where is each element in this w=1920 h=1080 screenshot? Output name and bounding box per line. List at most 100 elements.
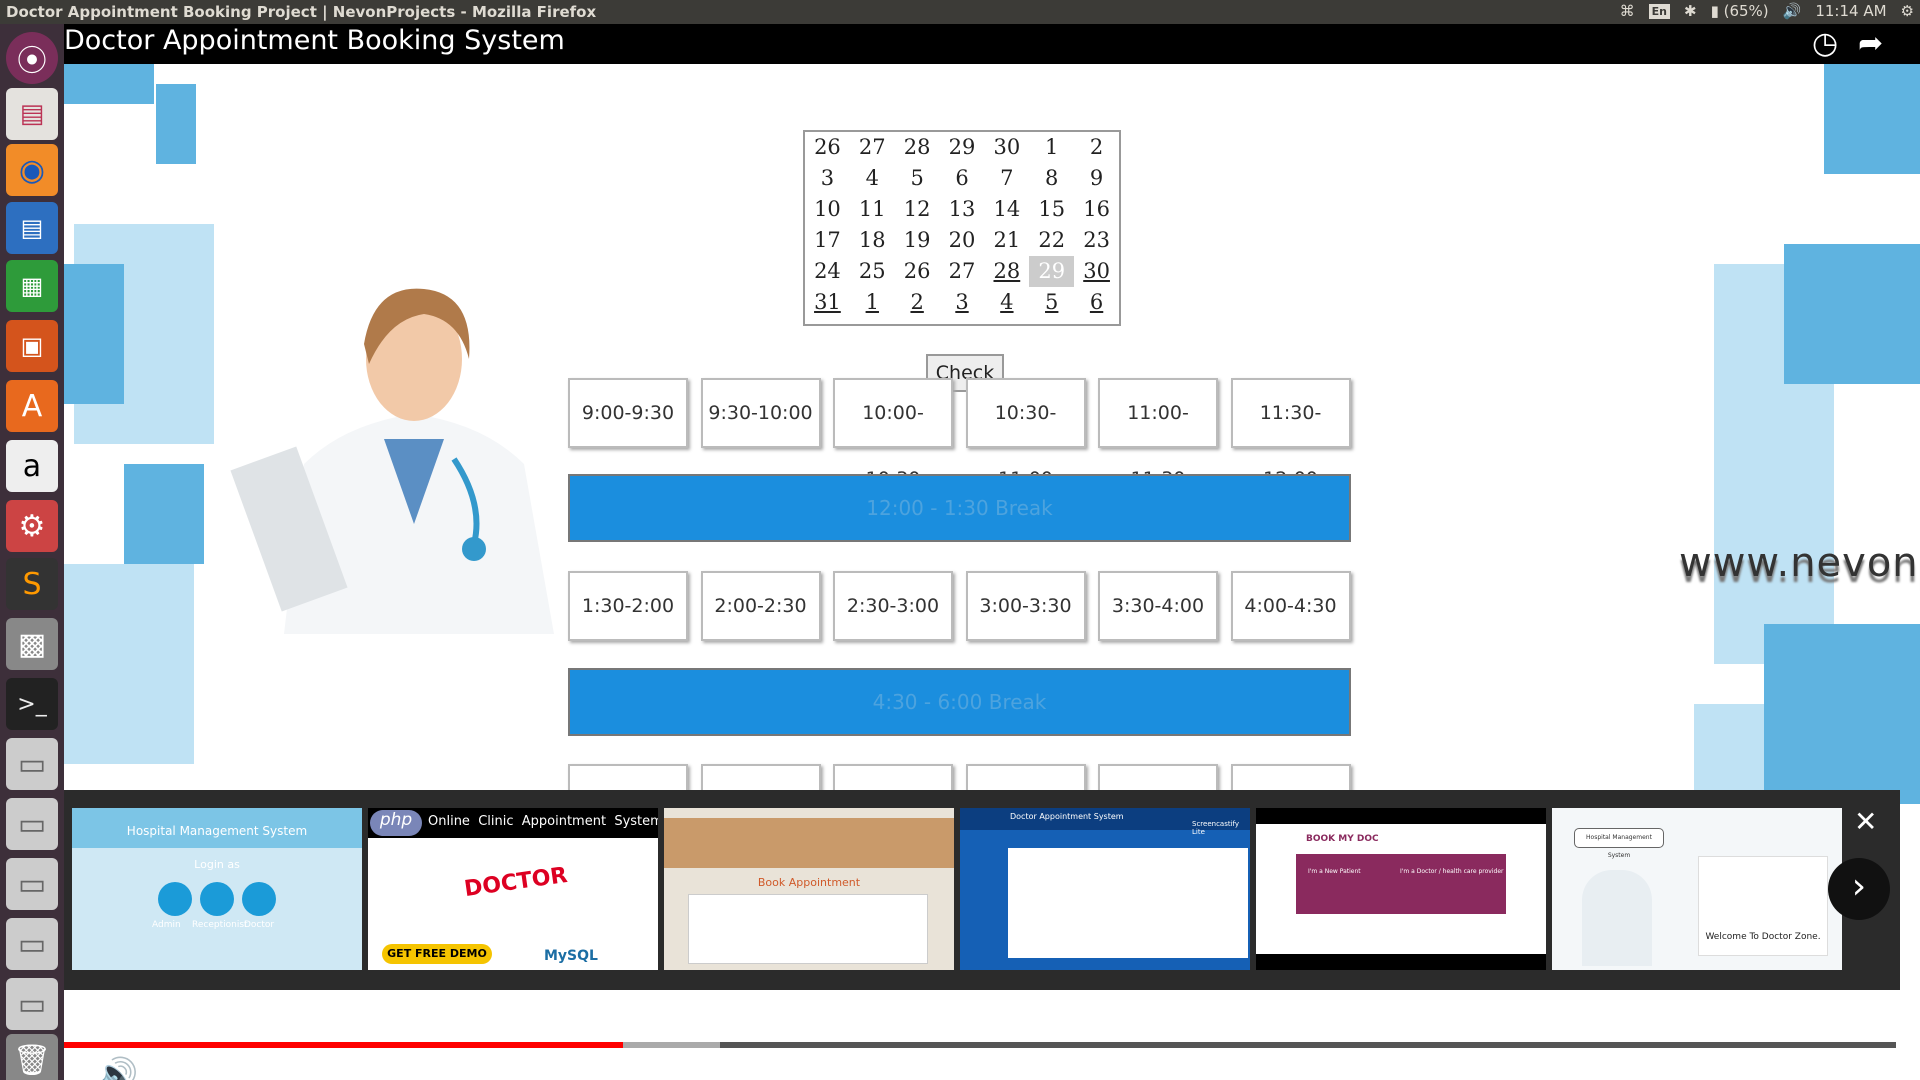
ubuntu-dash-icon[interactable]: ⦿ xyxy=(6,32,58,84)
calendar-day: 30 xyxy=(993,135,1021,159)
volume-icon[interactable]: 🔊 xyxy=(1783,2,1802,20)
software-center-icon[interactable]: A xyxy=(6,380,58,432)
bg-tile xyxy=(124,464,204,564)
calendar-day: 6 xyxy=(955,166,969,190)
break-bar: 4:30 - 6:00 Break xyxy=(568,668,1351,736)
video-title[interactable]: Doctor Appointment Booking System xyxy=(64,25,565,56)
time-slot-button[interactable]: 10:00-10:30 xyxy=(833,378,953,490)
calendar-day[interactable]: 3 xyxy=(940,287,985,318)
time-slot-button[interactable]: 2:30-3:00 xyxy=(833,571,953,641)
calendar-day[interactable]: 30 xyxy=(1074,256,1119,287)
get-free-demo-badge: GET FREE DEMO xyxy=(382,944,492,964)
thumb-left-label: I'm a New Patient xyxy=(1308,868,1361,875)
time-display: 2:06 / 6:52 xyxy=(152,1064,267,1080)
exit-fullscreen-icon[interactable]: ⤢ xyxy=(1866,1060,1887,1080)
role-label: Admin xyxy=(152,920,181,930)
amazon-icon[interactable]: a xyxy=(6,440,58,492)
role-label: Doctor xyxy=(244,920,275,930)
suggested-video-thumbnail[interactable]: Doctor Appointment System Screencastify … xyxy=(960,808,1250,970)
share-icon[interactable]: ➦ xyxy=(1858,26,1883,61)
calendar-day: 21 xyxy=(993,228,1021,252)
bg-tile xyxy=(1764,624,1920,804)
calendar-day[interactable]: 6 xyxy=(1074,287,1119,318)
youtube-logo[interactable]: YouTube xyxy=(1751,1061,1872,1080)
calendar-day: 22 xyxy=(1038,228,1066,252)
suggested-video-thumbnail[interactable]: php Online Clinic Appointment System DOC… xyxy=(368,808,658,970)
battery-icon: ▮ xyxy=(1710,2,1719,20)
calendar-day[interactable]: 31 xyxy=(805,287,850,318)
calendar-day[interactable]: 2 xyxy=(895,287,940,318)
calendar-day: 8 xyxy=(1045,166,1059,190)
calendar-day: 14 xyxy=(993,197,1021,221)
drive-icon[interactable]: ▭ xyxy=(6,738,58,790)
thumb-note: Screencastify Lite xyxy=(1192,820,1240,836)
time-slot-button[interactable]: 2:00-2:30 xyxy=(700,571,821,641)
calendar-day: 26 xyxy=(814,135,841,159)
thumb-subtitle: Login as xyxy=(194,858,240,871)
drive-icon[interactable]: ▭ xyxy=(6,858,58,910)
scanner-icon[interactable]: ▩ xyxy=(6,618,58,670)
settings-gear-icon[interactable]: ⚙ xyxy=(1901,2,1914,20)
time-slot-button[interactable]: 1:30-2:00 xyxy=(568,571,688,641)
volume-icon[interactable]: 🔊 xyxy=(96,1056,138,1080)
suggested-video-thumbnail[interactable]: Book Appointment xyxy=(664,808,954,970)
time-slot-button[interactable]: 3:30-4:00 xyxy=(1098,571,1218,641)
drive-icon[interactable]: ▭ xyxy=(6,918,58,970)
thumb-title: Hospital Management System xyxy=(126,824,308,838)
calc-icon[interactable]: ▦ xyxy=(6,260,58,312)
time-slot-button[interactable]: 4:00-4:30 xyxy=(1230,571,1351,641)
time-slot-button[interactable]: 10:30-11:00 xyxy=(965,378,1086,490)
drive-icon[interactable]: ▭ xyxy=(6,798,58,850)
bluetooth-icon[interactable]: ✱ xyxy=(1684,2,1697,20)
calendar-day: 29 xyxy=(948,135,976,159)
thumb-right-label: I'm a Doctor / health care provider xyxy=(1400,868,1504,875)
thumb-title: BOOK MY DOC xyxy=(1306,834,1379,844)
calendar-day[interactable]: 1 xyxy=(850,287,895,318)
keyboard-layout-indicator[interactable]: En xyxy=(1648,3,1670,19)
watch-later-icon[interactable]: ◷ xyxy=(1812,26,1838,61)
drive-icon[interactable]: ▭ xyxy=(6,978,58,1030)
captions-icon[interactable]: CC xyxy=(1644,1064,1672,1080)
trash-icon[interactable]: 🗑 xyxy=(6,1034,58,1080)
bg-tile xyxy=(156,84,196,164)
firefox-icon[interactable]: ◉ xyxy=(6,144,58,196)
doctor-avatar-icon xyxy=(242,882,276,916)
calendar-week-row: 31 1 2 3 4 5 6 xyxy=(805,287,1119,318)
impress-icon[interactable]: ▣ xyxy=(6,320,58,372)
player-controls: 🔊 2:06 / 6:52 CC ⚙ YouTube ⤢ xyxy=(64,1048,1920,1080)
sublime-text-icon[interactable]: S xyxy=(6,558,58,610)
calendar-day: 25 xyxy=(858,259,886,283)
settings-hd-icon[interactable]: ⚙ xyxy=(1700,1058,1723,1080)
time-slot-button[interactable]: 9:30-10:00 xyxy=(700,378,821,448)
time-slot-button[interactable]: 11:00-11:30 xyxy=(1098,378,1218,490)
close-icon[interactable]: ✕ xyxy=(1854,805,1877,838)
calendar-day[interactable]: 5 xyxy=(1029,287,1074,318)
battery-indicator[interactable]: ▮ (65%) xyxy=(1711,2,1769,20)
chevron-right-icon[interactable]: › xyxy=(1828,858,1890,920)
bg-tile xyxy=(64,564,194,764)
terminal-icon[interactable]: >_ xyxy=(6,678,58,730)
suggested-video-thumbnail[interactable]: Hospital Management System Login as Admi… xyxy=(72,808,362,970)
suggested-video-thumbnail[interactable]: Hospital Management System Welcome To Do… xyxy=(1552,808,1842,970)
time-slot-button[interactable]: 3:00-3:30 xyxy=(965,571,1086,641)
php-badge: php xyxy=(370,810,422,836)
time-slot-button[interactable]: 11:30-12:00 xyxy=(1230,378,1351,490)
calendar-day: 26 xyxy=(903,259,931,283)
wifi-icon[interactable]: ⌘ xyxy=(1620,2,1635,20)
receptionist-avatar-icon xyxy=(200,882,234,916)
calendar-week-row: 17 18 19 20 21 22 23 xyxy=(805,225,1119,256)
calendar-day[interactable]: 4 xyxy=(984,287,1029,318)
file-manager-icon[interactable]: ▤ xyxy=(6,88,58,140)
bg-tile xyxy=(64,64,154,104)
system-settings-icon[interactable]: ⚙ xyxy=(6,500,58,552)
calendar-day: 11 xyxy=(858,197,886,221)
calendar-day[interactable]: 28 xyxy=(984,256,1029,287)
thumb-caption: Welcome To Doctor Zone. xyxy=(1705,932,1821,942)
time-slot-button[interactable]: 9:00-9:30 xyxy=(568,378,688,448)
video-player[interactable]: Doctor Appointment Booking System ◷ ➦ ww… xyxy=(64,24,1920,1080)
calendar-day-selected[interactable]: 29 xyxy=(1029,256,1075,287)
writer-icon[interactable]: ▤ xyxy=(6,202,58,254)
calendar-day: 20 xyxy=(948,228,976,252)
clock[interactable]: 11:14 AM xyxy=(1815,2,1886,20)
suggested-video-thumbnail[interactable]: BOOK MY DOC I'm a New Patient I'm a Doct… xyxy=(1256,808,1546,970)
